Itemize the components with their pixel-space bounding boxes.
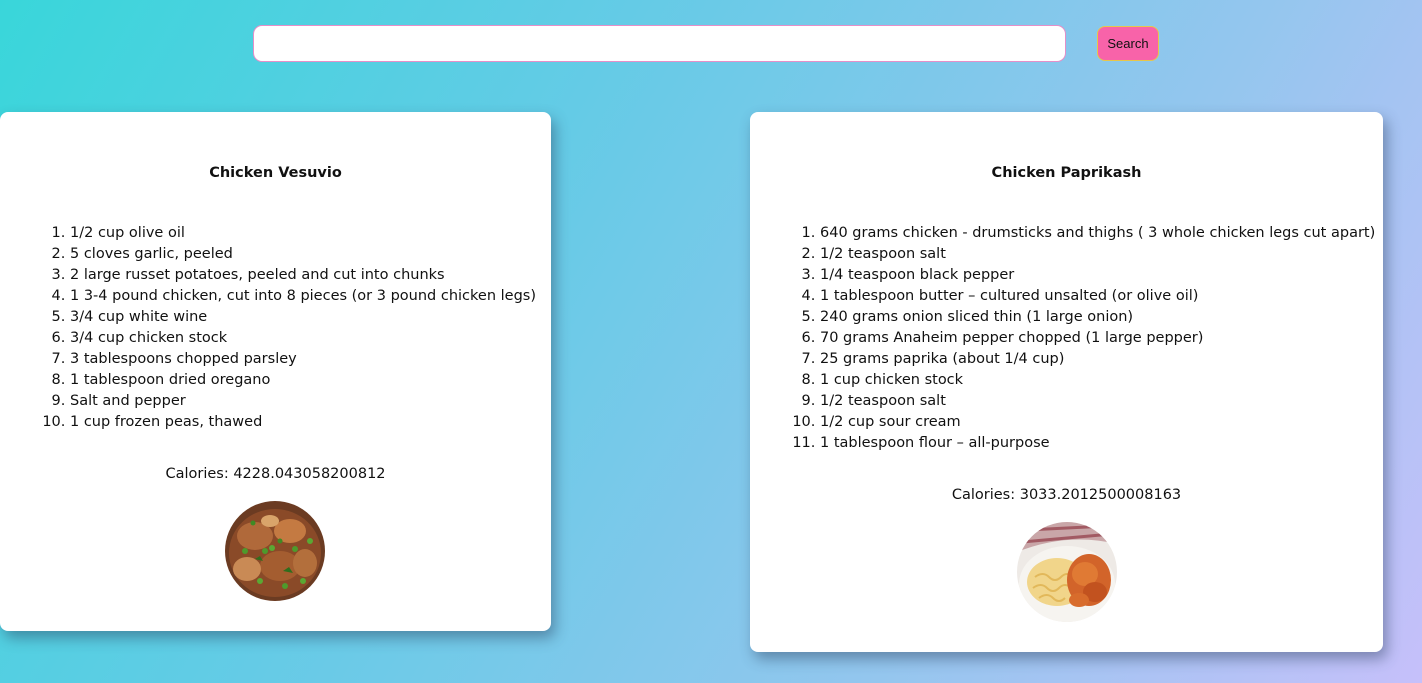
- ingredient-item: 3/4 cup chicken stock: [70, 328, 551, 349]
- ingredient-item: 1/2 cup olive oil: [70, 223, 551, 244]
- ingredient-item: 240 grams onion sliced thin (1 large oni…: [820, 307, 1383, 328]
- ingredient-item: 1 cup frozen peas, thawed: [70, 412, 551, 433]
- ingredient-item: 25 grams paprika (about 1/4 cup): [820, 349, 1383, 370]
- chicken-paprikash-dish-photo: [1017, 522, 1117, 622]
- ingredient-item: 3 tablespoons chopped parsley: [70, 349, 551, 370]
- ingredient-list: 640 grams chicken - drumsticks and thigh…: [750, 223, 1383, 454]
- ingredient-item: 1/2 teaspoon salt: [820, 391, 1383, 412]
- ingredient-list: 1/2 cup olive oil 5 cloves garlic, peele…: [0, 223, 551, 433]
- ingredient-item: Salt and pepper: [70, 391, 551, 412]
- search-button[interactable]: Search: [1097, 26, 1159, 61]
- ingredient-item: 1 3-4 pound chicken, cut into 8 pieces (…: [70, 286, 551, 307]
- ingredient-item: 1/2 teaspoon salt: [820, 244, 1383, 265]
- calories-label: Calories: 3033.2012500008163: [951, 487, 1182, 503]
- ingredient-item: 2 large russet potatoes, peeled and cut …: [70, 265, 551, 286]
- recipe-title: Chicken Paprikash: [991, 165, 1142, 181]
- ingredient-item: 640 grams chicken - drumsticks and thigh…: [820, 223, 1383, 244]
- recipe-card: Chicken Paprikash 640 grams chicken - dr…: [750, 112, 1383, 652]
- calories-label: Calories: 4228.043058200812: [165, 466, 386, 482]
- search-input[interactable]: [253, 25, 1066, 62]
- ingredient-item: 1/4 teaspoon black pepper: [820, 265, 1383, 286]
- ingredient-item: 5 cloves garlic, peeled: [70, 244, 551, 265]
- ingredient-item: 1 tablespoon butter – cultured unsalted …: [820, 286, 1383, 307]
- ingredient-item: 70 grams Anaheim pepper chopped (1 large…: [820, 328, 1383, 349]
- ingredient-item: 1 tablespoon dried oregano: [70, 370, 551, 391]
- ingredient-item: 1/2 cup sour cream: [820, 412, 1383, 433]
- ingredient-item: 1 tablespoon flour – all-purpose: [820, 433, 1383, 454]
- recipe-card: Chicken Vesuvio 1/2 cup olive oil 5 clov…: [0, 112, 551, 631]
- chicken-vesuvio-dish-photo: [225, 501, 325, 601]
- ingredient-item: 1 cup chicken stock: [820, 370, 1383, 391]
- ingredient-item: 3/4 cup white wine: [70, 307, 551, 328]
- recipe-title: Chicken Vesuvio: [209, 165, 342, 181]
